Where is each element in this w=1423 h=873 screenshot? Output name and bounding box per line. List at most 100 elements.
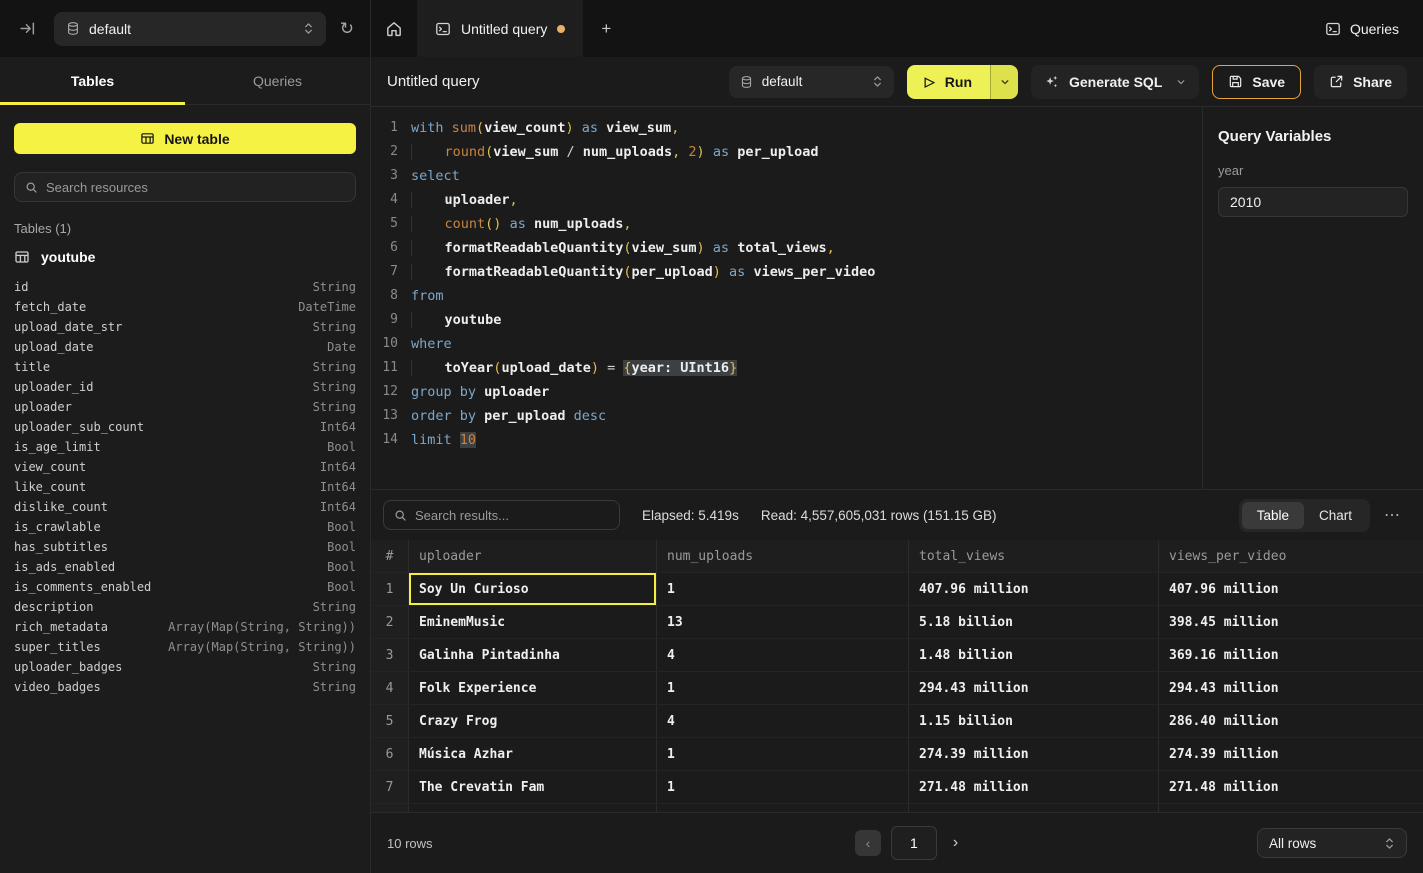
sql-editor[interactable]: 1with sum(view_count) as view_sum,2 roun… [371,107,1202,489]
code-line[interactable]: 9 youtube [371,308,1202,332]
share-button[interactable]: Share [1314,65,1407,99]
column-header-num-uploads[interactable]: num_uploads [656,540,908,572]
code-line[interactable]: 11 toYear(upload_date) = {year: UInt16} [371,356,1202,380]
database-selector[interactable]: default [54,12,326,46]
table-cell[interactable]: 1 [656,573,908,605]
share-icon [1329,74,1344,89]
table-cell[interactable]: 4 [656,705,908,737]
code-line[interactable]: 1with sum(view_count) as view_sum, [371,116,1202,140]
table-cell[interactable]: 1 [656,738,908,770]
table-cell[interactable]: 13 [656,606,908,638]
code-line[interactable]: 3select [371,164,1202,188]
column-row[interactable]: uploaderString [14,397,356,417]
sidebar-tab-tables[interactable]: Tables [0,57,185,104]
line-number: 1 [371,116,398,140]
table-cell[interactable]: 1 [656,771,908,803]
code-line[interactable]: 10where [371,332,1202,356]
code-line[interactable]: 6 formatReadableQuantity(view_sum) as to… [371,236,1202,260]
table-cell[interactable]: 286.40 million [1158,705,1423,737]
table-cell[interactable]: 1.15 billion [908,705,1158,737]
table-cell[interactable]: The Crevatin Fam [408,771,656,803]
code-line[interactable]: 8from [371,284,1202,308]
results-header-row: # uploader num_uploads total_views views… [371,540,1423,573]
column-row[interactable]: has_subtitlesBool [14,537,356,557]
code-line[interactable]: 13order by per_upload desc [371,404,1202,428]
table-cell[interactable]: 398.45 million [1158,606,1423,638]
column-row[interactable]: like_countInt64 [14,477,356,497]
table-cell[interactable]: 274.39 million [908,738,1158,770]
page-number[interactable]: 1 [891,826,937,860]
code-line[interactable]: 14limit 10 [371,428,1202,452]
table-cell[interactable]: 4 [656,639,908,671]
column-row[interactable]: view_countInt64 [14,457,356,477]
database-selector-toolbar[interactable]: default [729,66,894,98]
column-row[interactable]: upload_date_strString [14,317,356,337]
run-options-button[interactable] [990,65,1018,99]
column-row[interactable]: descriptionString [14,597,356,617]
collapse-sidebar-button[interactable] [16,18,38,40]
code-line[interactable]: 5 count() as num_uploads, [371,212,1202,236]
column-row[interactable]: idString [14,277,356,297]
table-cell[interactable]: 1 [656,672,908,704]
page-size-selector[interactable]: All rows [1257,828,1407,858]
column-row[interactable]: dislike_countInt64 [14,497,356,517]
column-row[interactable]: fetch_dateDateTime [14,297,356,317]
previous-page-button[interactable]: ‹ [855,830,881,856]
more-options-button[interactable]: ⋯ [1384,505,1401,525]
table-cell[interactable]: 369.16 million [1158,639,1423,671]
table-cell[interactable]: 1.48 billion [908,639,1158,671]
queries-button[interactable]: Queries [1325,21,1399,37]
column-row[interactable]: uploader_sub_countInt64 [14,417,356,437]
column-row[interactable]: is_crawlableBool [14,517,356,537]
table-cell[interactable]: 407.96 million [1158,573,1423,605]
table-cell[interactable]: 294.43 million [1158,672,1423,704]
code-line[interactable]: 2 round(view_sum / num_uploads, 2) as pe… [371,140,1202,164]
refresh-button[interactable]: ↻ [340,19,354,39]
results-search-input[interactable]: Search results... [383,500,620,530]
table-cell[interactable]: 407.96 million [908,573,1158,605]
column-name: has_subtitles [14,540,108,554]
column-row[interactable]: is_ads_enabledBool [14,557,356,577]
toggle-chart[interactable]: Chart [1304,502,1367,529]
table-cell[interactable]: 274.39 million [1158,738,1423,770]
table-cell[interactable]: Folk Experience [408,672,656,704]
column-row[interactable]: super_titlesArray(Map(String, String)) [14,637,356,657]
column-row[interactable]: upload_dateDate [14,337,356,357]
column-row[interactable]: uploader_idString [14,377,356,397]
run-button[interactable]: ▷ Run [907,65,990,99]
next-page-button[interactable]: › [947,834,964,852]
column-row[interactable]: is_comments_enabledBool [14,577,356,597]
tab-untitled-query[interactable]: Untitled query [417,0,583,57]
home-button[interactable] [371,0,417,57]
save-button[interactable]: Save [1212,65,1301,99]
table-cell[interactable]: Música Azhar [408,738,656,770]
sidebar-tab-queries[interactable]: Queries [185,57,370,104]
table-cell[interactable]: 271.48 million [908,771,1158,803]
column-header-uploader[interactable]: uploader [408,540,656,572]
new-table-button[interactable]: New table [14,123,356,154]
column-row[interactable]: video_badgesString [14,677,356,697]
column-row[interactable]: titleString [14,357,356,377]
column-row[interactable]: uploader_badgesString [14,657,356,677]
variable-value-input[interactable] [1218,187,1408,217]
table-cell[interactable]: 294.43 million [908,672,1158,704]
table-cell[interactable]: 5.18 billion [908,606,1158,638]
table-cell[interactable]: EminemMusic [408,606,656,638]
column-header-index[interactable]: # [371,540,408,572]
code-line[interactable]: 7 formatReadableQuantity(per_upload) as … [371,260,1202,284]
column-header-total-views[interactable]: total_views [908,540,1158,572]
table-cell[interactable]: Galinha Pintadinha [408,639,656,671]
generate-sql-button[interactable]: Generate SQL [1031,65,1199,99]
sidebar-table-youtube[interactable]: youtube [14,249,356,265]
table-cell[interactable]: Crazy Frog [408,705,656,737]
code-line[interactable]: 4 uploader, [371,188,1202,212]
table-cell[interactable]: 271.48 million [1158,771,1423,803]
toggle-table[interactable]: Table [1242,502,1304,529]
column-row[interactable]: is_age_limitBool [14,437,356,457]
column-row[interactable]: rich_metadataArray(Map(String, String)) [14,617,356,637]
code-line[interactable]: 12group by uploader [371,380,1202,404]
resource-search-input[interactable]: Search resources [14,172,356,202]
new-tab-button[interactable]: + [583,0,629,57]
table-cell[interactable]: Soy Un Curioso [408,573,656,605]
column-header-views-per-video[interactable]: views_per_video [1158,540,1423,572]
